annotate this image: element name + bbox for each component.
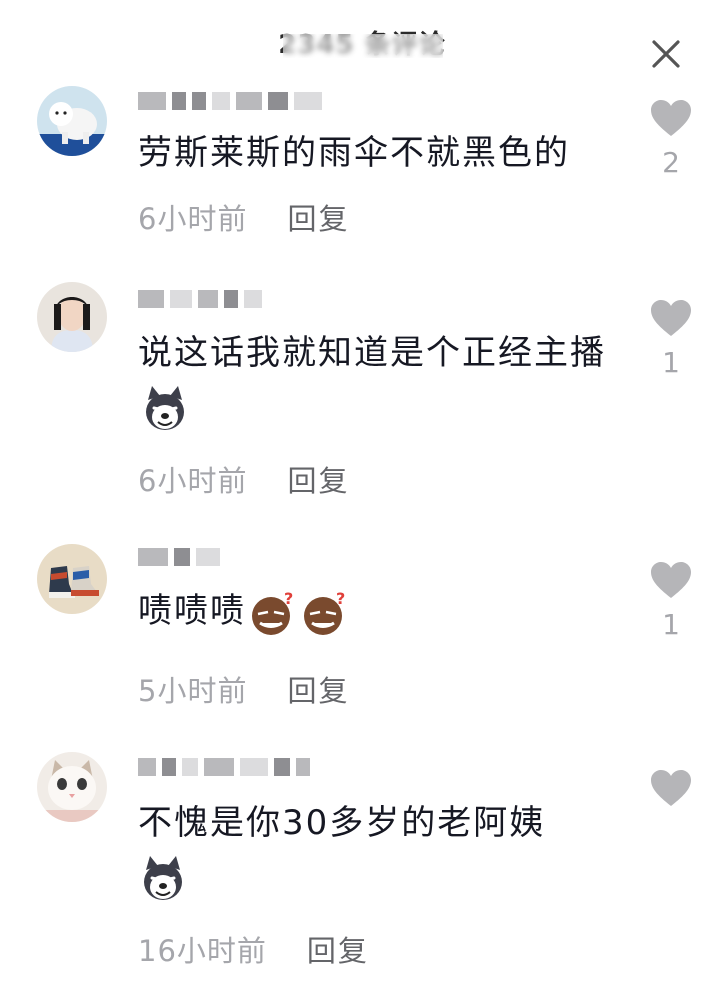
like-button[interactable]: 1 (645, 560, 697, 641)
heart-icon (651, 300, 691, 336)
comment-meta: 5小时前 回复 (138, 668, 349, 710)
cat-avatar[interactable] (37, 752, 107, 822)
white-puppy-avatar[interactable] (37, 86, 107, 156)
username-obscured[interactable] (138, 756, 310, 778)
comment-text: 劳斯莱斯的雨伞不就黑色的 (138, 133, 570, 173)
comment-time: 16小时前 (138, 934, 267, 968)
heart-icon (651, 770, 691, 806)
comment-text: 啧啧啧 ? ? (138, 584, 638, 638)
comment-text: 不愧是你30多岁的老阿姨 (138, 796, 638, 904)
comment-meta: 16小时前 回复 (138, 928, 369, 970)
puzzled-face-emoji: ? (248, 588, 298, 638)
svg-text:?: ? (284, 589, 295, 608)
husky-dog-emoji (140, 384, 190, 434)
comment-meta: 6小时前 回复 (138, 458, 349, 500)
heart-icon (651, 562, 691, 598)
like-count: 2 (662, 146, 680, 179)
man-portrait-avatar[interactable] (37, 282, 107, 352)
comment-time: 6小时前 (138, 202, 248, 236)
sneakers-avatar[interactable] (37, 544, 107, 614)
reply-button[interactable]: 回复 (307, 928, 369, 970)
close-icon[interactable] (648, 36, 684, 72)
like-count: 1 (662, 346, 680, 379)
comment-time: 6小时前 (138, 464, 248, 498)
comments-header: 2345 条评论 (0, 0, 724, 88)
heart-icon (651, 100, 691, 136)
svg-text:?: ? (336, 589, 347, 608)
comment-time: 5小时前 (138, 674, 248, 708)
husky-dog-emoji (138, 854, 188, 904)
like-button[interactable]: 2 (645, 98, 697, 179)
username-obscured[interactable] (138, 288, 262, 310)
username-obscured[interactable] (138, 546, 220, 568)
puzzled-face-emoji: ? (300, 588, 350, 638)
comment-text: 说这话我就知道是个正经主播 (138, 326, 638, 434)
like-button[interactable] (645, 768, 697, 816)
like-count: 1 (662, 608, 680, 641)
title-blur-overlay (283, 34, 443, 58)
username-obscured[interactable] (138, 90, 322, 112)
comment-meta: 6小时前 回复 (138, 196, 349, 238)
reply-button[interactable]: 回复 (287, 196, 349, 238)
reply-button[interactable]: 回复 (287, 668, 349, 710)
reply-button[interactable]: 回复 (287, 458, 349, 500)
like-button[interactable]: 1 (645, 298, 697, 379)
